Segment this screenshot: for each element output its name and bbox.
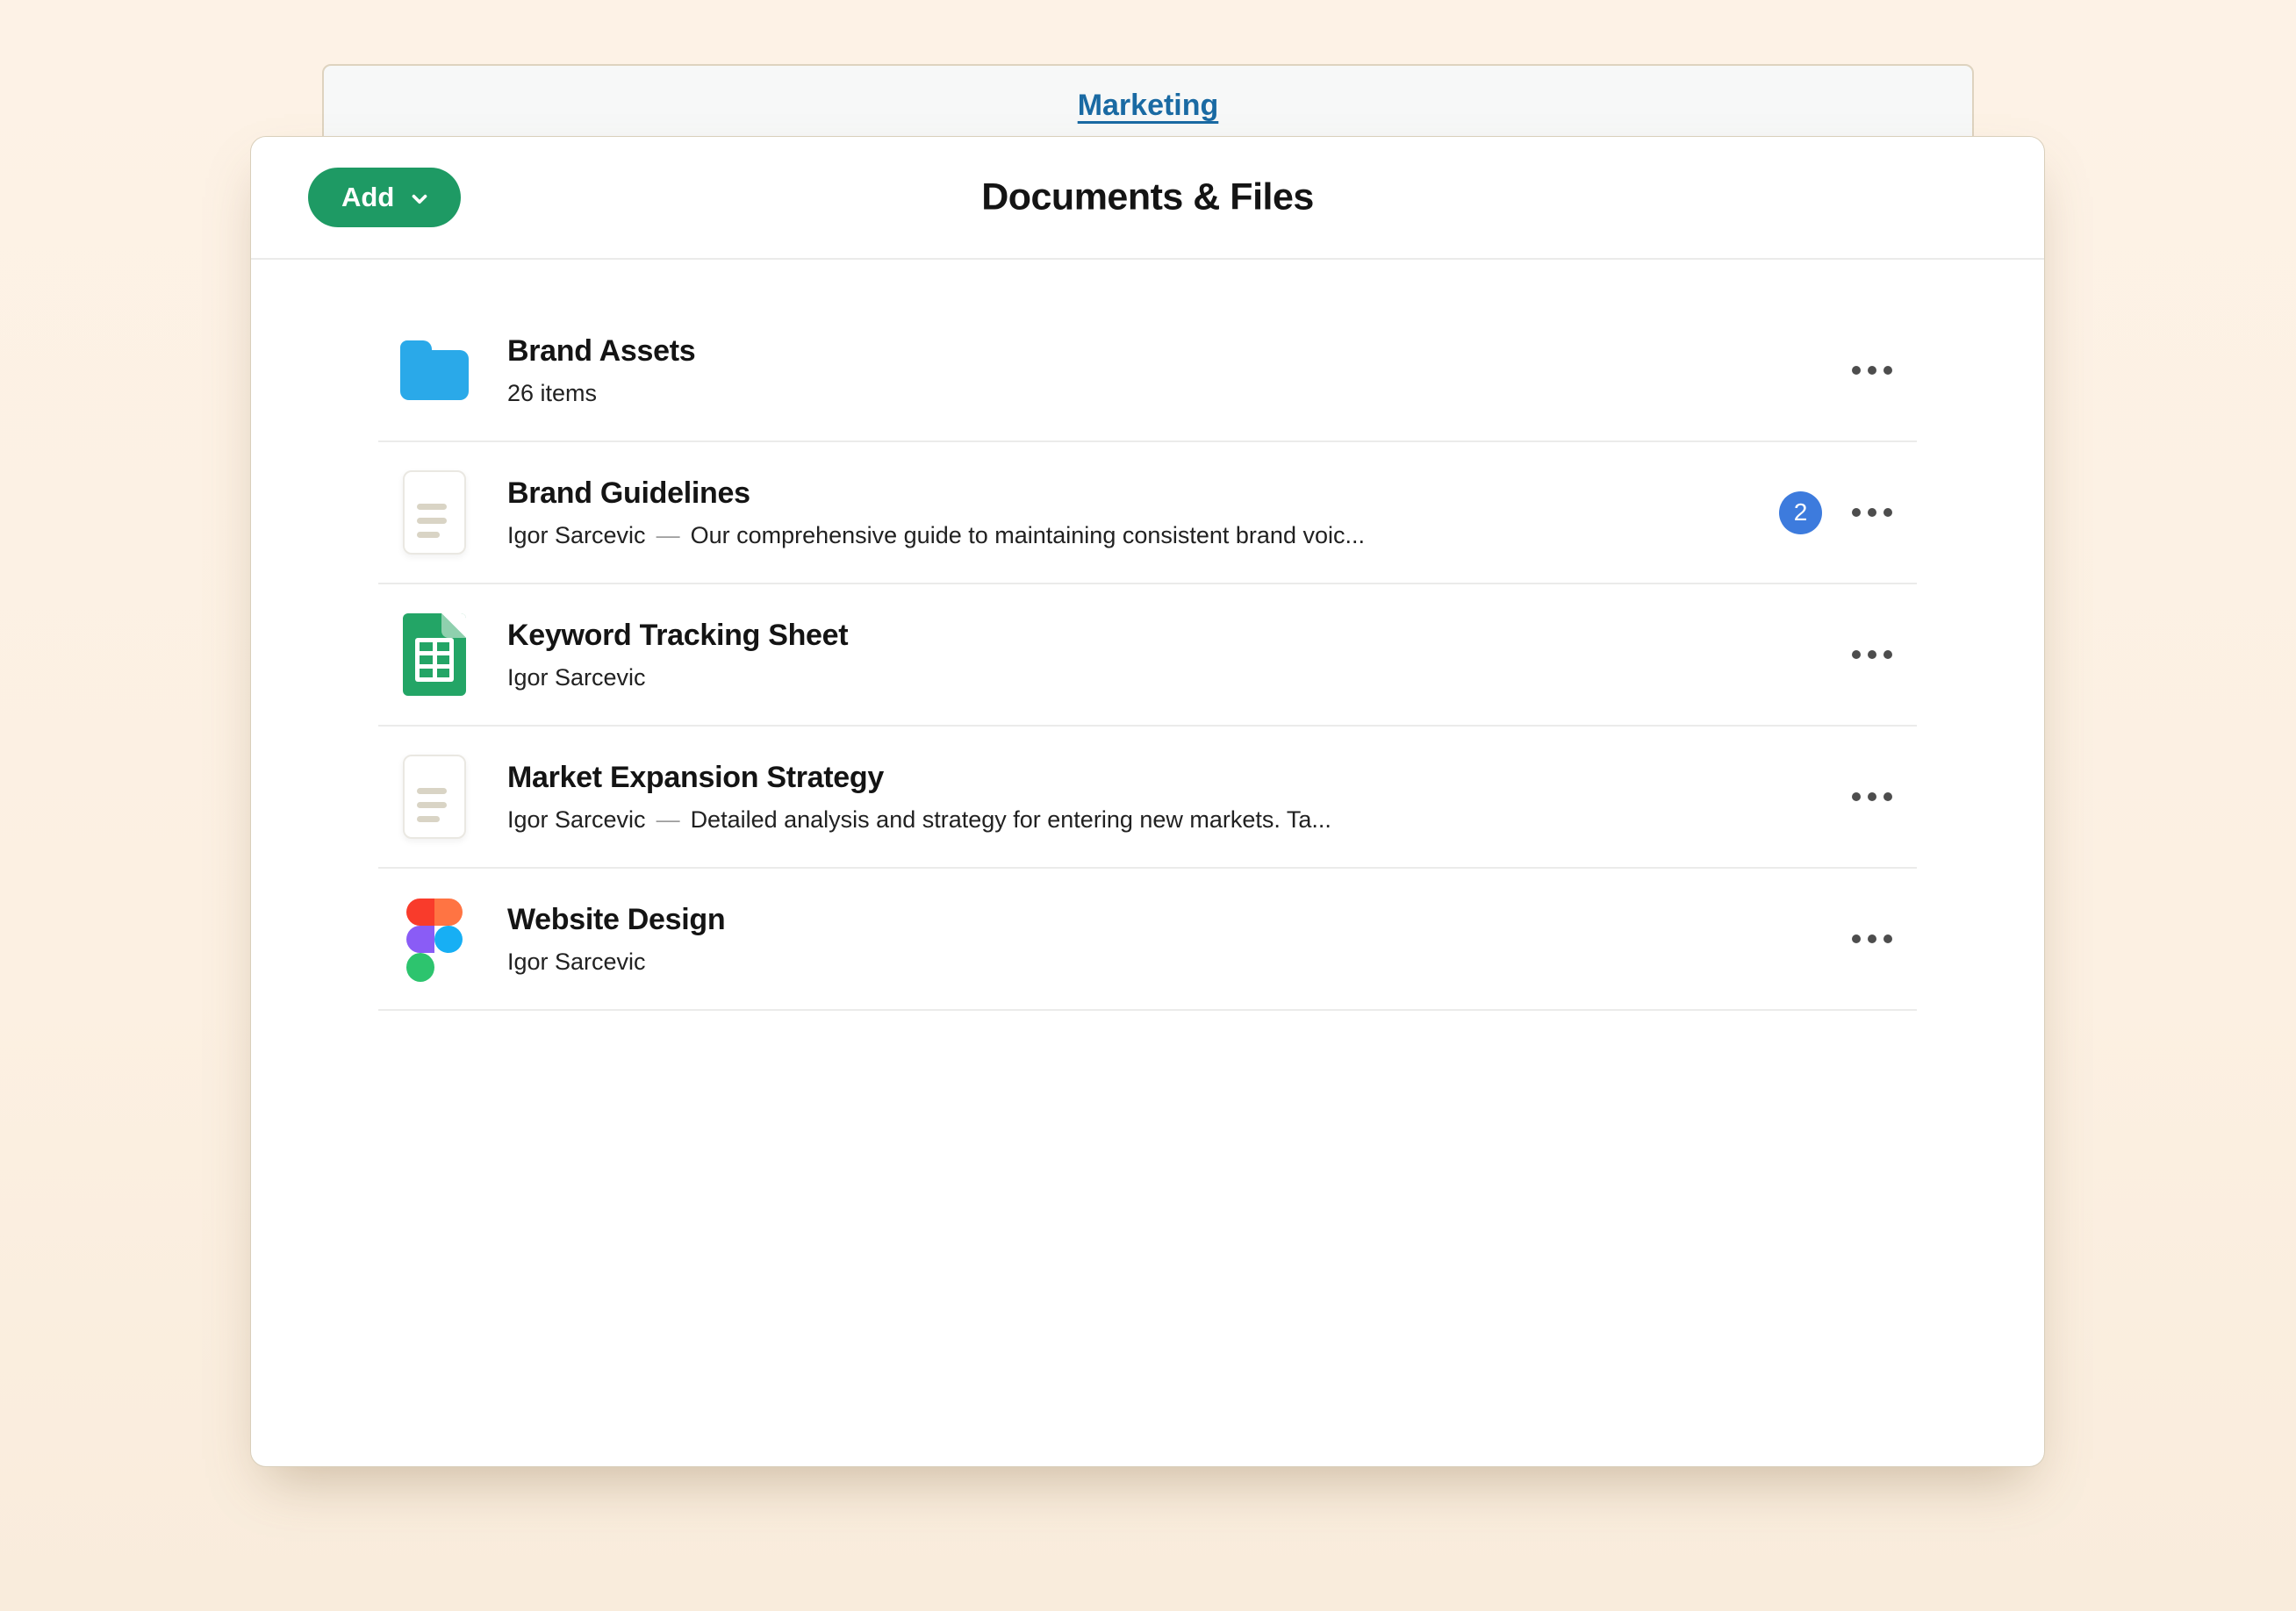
more-options-button[interactable]	[1850, 922, 1894, 956]
page-title: Documents & Files	[251, 176, 2044, 219]
panel-header: Add Documents & Files	[251, 137, 2044, 260]
unread-count-badge[interactable]: 2	[1779, 491, 1822, 534]
list-item-brand-guidelines[interactable]: Brand Guidelines Igor Sarcevic — Our compr…	[378, 442, 1917, 584]
item-count: 26 items	[507, 380, 597, 406]
item-description: Detailed analysis and strategy for enter…	[691, 806, 1331, 833]
document-list: Brand Assets 26 items Brand Guidelines I…	[378, 260, 1917, 1011]
item-description: Our comprehensive guide to maintaining c…	[691, 522, 1365, 548]
subtitle-separator: —	[657, 522, 680, 548]
spreadsheet-icon	[403, 613, 466, 696]
documents-panel: Add Documents & Files Brand Assets 26 it…	[250, 136, 2045, 1467]
item-title: Brand Guidelines	[507, 476, 1365, 511]
item-title: Website Design	[507, 903, 725, 937]
more-options-button[interactable]	[1850, 780, 1894, 813]
item-subtitle: Igor Sarcevic — Our comprehensive guide to…	[507, 522, 1365, 549]
more-options-button[interactable]	[1850, 354, 1894, 387]
item-subtitle: Igor Sarcevic	[507, 664, 848, 691]
subtitle-separator: —	[657, 806, 680, 833]
list-item-website-design[interactable]: Website Design Igor Sarcevic	[378, 869, 1917, 1011]
item-author: Igor Sarcevic	[507, 806, 646, 833]
item-title: Keyword Tracking Sheet	[507, 619, 848, 653]
item-subtitle: 26 items	[507, 380, 695, 407]
document-icon	[403, 470, 466, 555]
folder-icon	[400, 340, 469, 400]
figma-icon	[406, 899, 463, 980]
item-title: Brand Assets	[507, 334, 695, 369]
item-author: Igor Sarcevic	[507, 664, 646, 691]
item-author: Igor Sarcevic	[507, 522, 646, 548]
more-options-button[interactable]	[1850, 496, 1894, 529]
breadcrumb-link-marketing[interactable]: Marketing	[1078, 89, 1219, 123]
item-subtitle: Igor Sarcevic — Detailed analysis and stra…	[507, 806, 1331, 834]
list-item-brand-assets[interactable]: Brand Assets 26 items	[378, 300, 1917, 442]
document-icon	[403, 755, 466, 839]
item-subtitle: Igor Sarcevic	[507, 949, 725, 976]
list-item-keyword-tracking-sheet[interactable]: Keyword Tracking Sheet Igor Sarcevic	[378, 584, 1917, 727]
list-item-market-expansion-strategy[interactable]: Market Expansion Strategy Igor Sarcevic —…	[378, 727, 1917, 869]
more-options-button[interactable]	[1850, 638, 1894, 671]
item-title: Market Expansion Strategy	[507, 761, 1331, 795]
item-author: Igor Sarcevic	[507, 949, 646, 975]
